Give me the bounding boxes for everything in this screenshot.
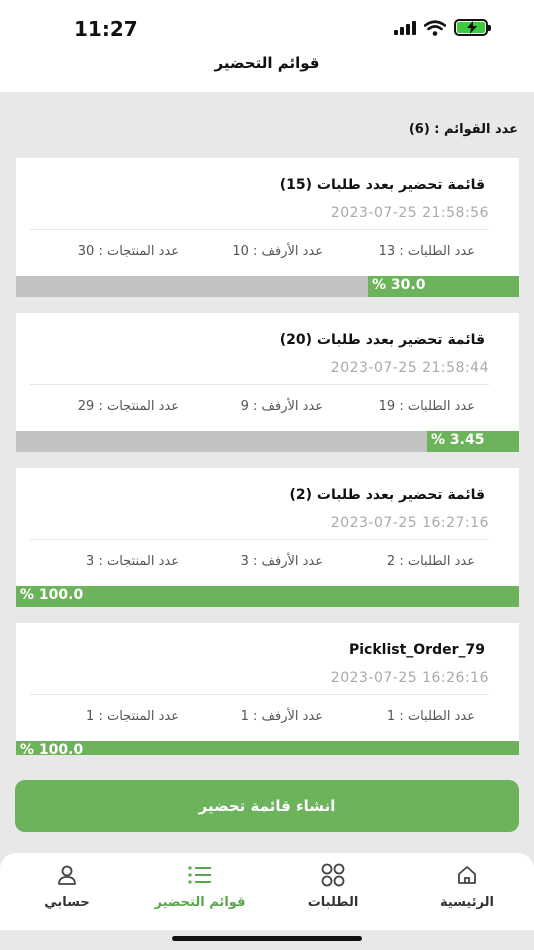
orders-count: عدد الطلبات : 1 bbox=[386, 709, 475, 724]
picklist-title: قائمة تحضير بعدد طلبات (15) bbox=[279, 177, 485, 193]
lists-count: عدد القوائم : (6) bbox=[408, 122, 518, 137]
picklist-card[interactable]: Picklist_Order_79 2023-07-25 16:26:16 عد… bbox=[16, 623, 519, 755]
progress-text: % 30.0 bbox=[372, 277, 426, 293]
progress-text: % 3.45 bbox=[431, 432, 485, 448]
progress-fill bbox=[16, 741, 519, 755]
progress-text: % 100.0 bbox=[20, 587, 84, 603]
picklist-date: 2023-07-25 16:27:16 bbox=[330, 515, 489, 531]
divider bbox=[30, 384, 489, 385]
shelves-count: عدد الأرفف : 9 bbox=[240, 399, 323, 414]
products-count: عدد المنتجات : 3 bbox=[86, 554, 179, 569]
picklist-date: 2023-07-25 21:58:56 bbox=[330, 205, 489, 221]
divider bbox=[30, 539, 489, 540]
shelves-count: عدد الأرفف : 3 bbox=[240, 554, 323, 569]
tab-orders[interactable]: الطلبات bbox=[273, 863, 393, 910]
list-icon bbox=[188, 866, 211, 884]
picklist-card[interactable]: قائمة تحضير بعدد طلبات (20) 2023-07-25 2… bbox=[16, 313, 519, 452]
progress-fill bbox=[16, 586, 519, 607]
orders-grid-icon bbox=[321, 863, 345, 887]
tab-home[interactable]: الرئيسية bbox=[407, 863, 527, 910]
picklist-title: قائمة تحضير بعدد طلبات (2) bbox=[289, 487, 485, 503]
tab-account[interactable]: حسابي bbox=[7, 863, 127, 910]
wifi-icon bbox=[424, 19, 446, 36]
progress-bar: % 100.0 bbox=[16, 741, 519, 755]
picklist-card[interactable]: قائمة تحضير بعدد طلبات (15) 2023-07-25 2… bbox=[16, 158, 519, 297]
picklist-title: Picklist_Order_79 bbox=[348, 642, 485, 658]
picklist-card[interactable]: قائمة تحضير بعدد طلبات (2) 2023-07-25 16… bbox=[16, 468, 519, 607]
home-icon bbox=[458, 866, 476, 884]
battery-icon bbox=[454, 19, 491, 36]
progress-text: % 100.0 bbox=[20, 742, 84, 755]
progress-bar: % 30.0 bbox=[16, 276, 519, 297]
products-count: عدد المنتجات : 29 bbox=[77, 399, 179, 414]
products-count: عدد المنتجات : 1 bbox=[86, 709, 179, 724]
picklist-date: 2023-07-25 21:58:44 bbox=[330, 360, 489, 376]
status-bar: 11:27 bbox=[0, 0, 534, 50]
divider bbox=[30, 229, 489, 230]
shelves-count: عدد الأرفف : 10 bbox=[232, 244, 323, 259]
picklist-title: قائمة تحضير بعدد طلبات (20) bbox=[279, 332, 485, 348]
cellular-signal-icon bbox=[394, 20, 416, 35]
progress-bar: % 3.45 bbox=[16, 431, 519, 452]
picklist-date: 2023-07-25 16:26:16 bbox=[330, 670, 489, 686]
user-icon bbox=[58, 865, 76, 885]
shelves-count: عدد الأرفف : 1 bbox=[240, 709, 323, 724]
app-header: قوائم التحضير bbox=[0, 50, 534, 92]
page-title: قوائم التحضير bbox=[214, 54, 320, 72]
tab-label: حسابي bbox=[44, 895, 90, 910]
products-count: عدد المنتجات : 30 bbox=[77, 244, 179, 259]
tab-label: الرئيسية bbox=[439, 895, 495, 910]
status-time: 11:27 bbox=[74, 17, 138, 41]
divider bbox=[30, 694, 489, 695]
orders-count: عدد الطلبات : 19 bbox=[378, 399, 475, 414]
home-indicator bbox=[172, 936, 362, 941]
status-icons bbox=[394, 19, 491, 36]
orders-count: عدد الطلبات : 13 bbox=[378, 244, 475, 259]
orders-count: عدد الطلبات : 2 bbox=[386, 554, 475, 569]
bottom-tab-bar: الرئيسية الطلبات قوائم التحضير حسابي bbox=[0, 853, 534, 930]
tab-picklists[interactable]: قوائم التحضير bbox=[140, 863, 260, 910]
progress-bar: % 100.0 bbox=[16, 586, 519, 607]
create-picklist-button[interactable]: انشاء قائمة تحضير bbox=[15, 780, 519, 832]
tab-label: الطلبات bbox=[307, 895, 359, 910]
tab-label: قوائم التحضير bbox=[154, 895, 246, 910]
